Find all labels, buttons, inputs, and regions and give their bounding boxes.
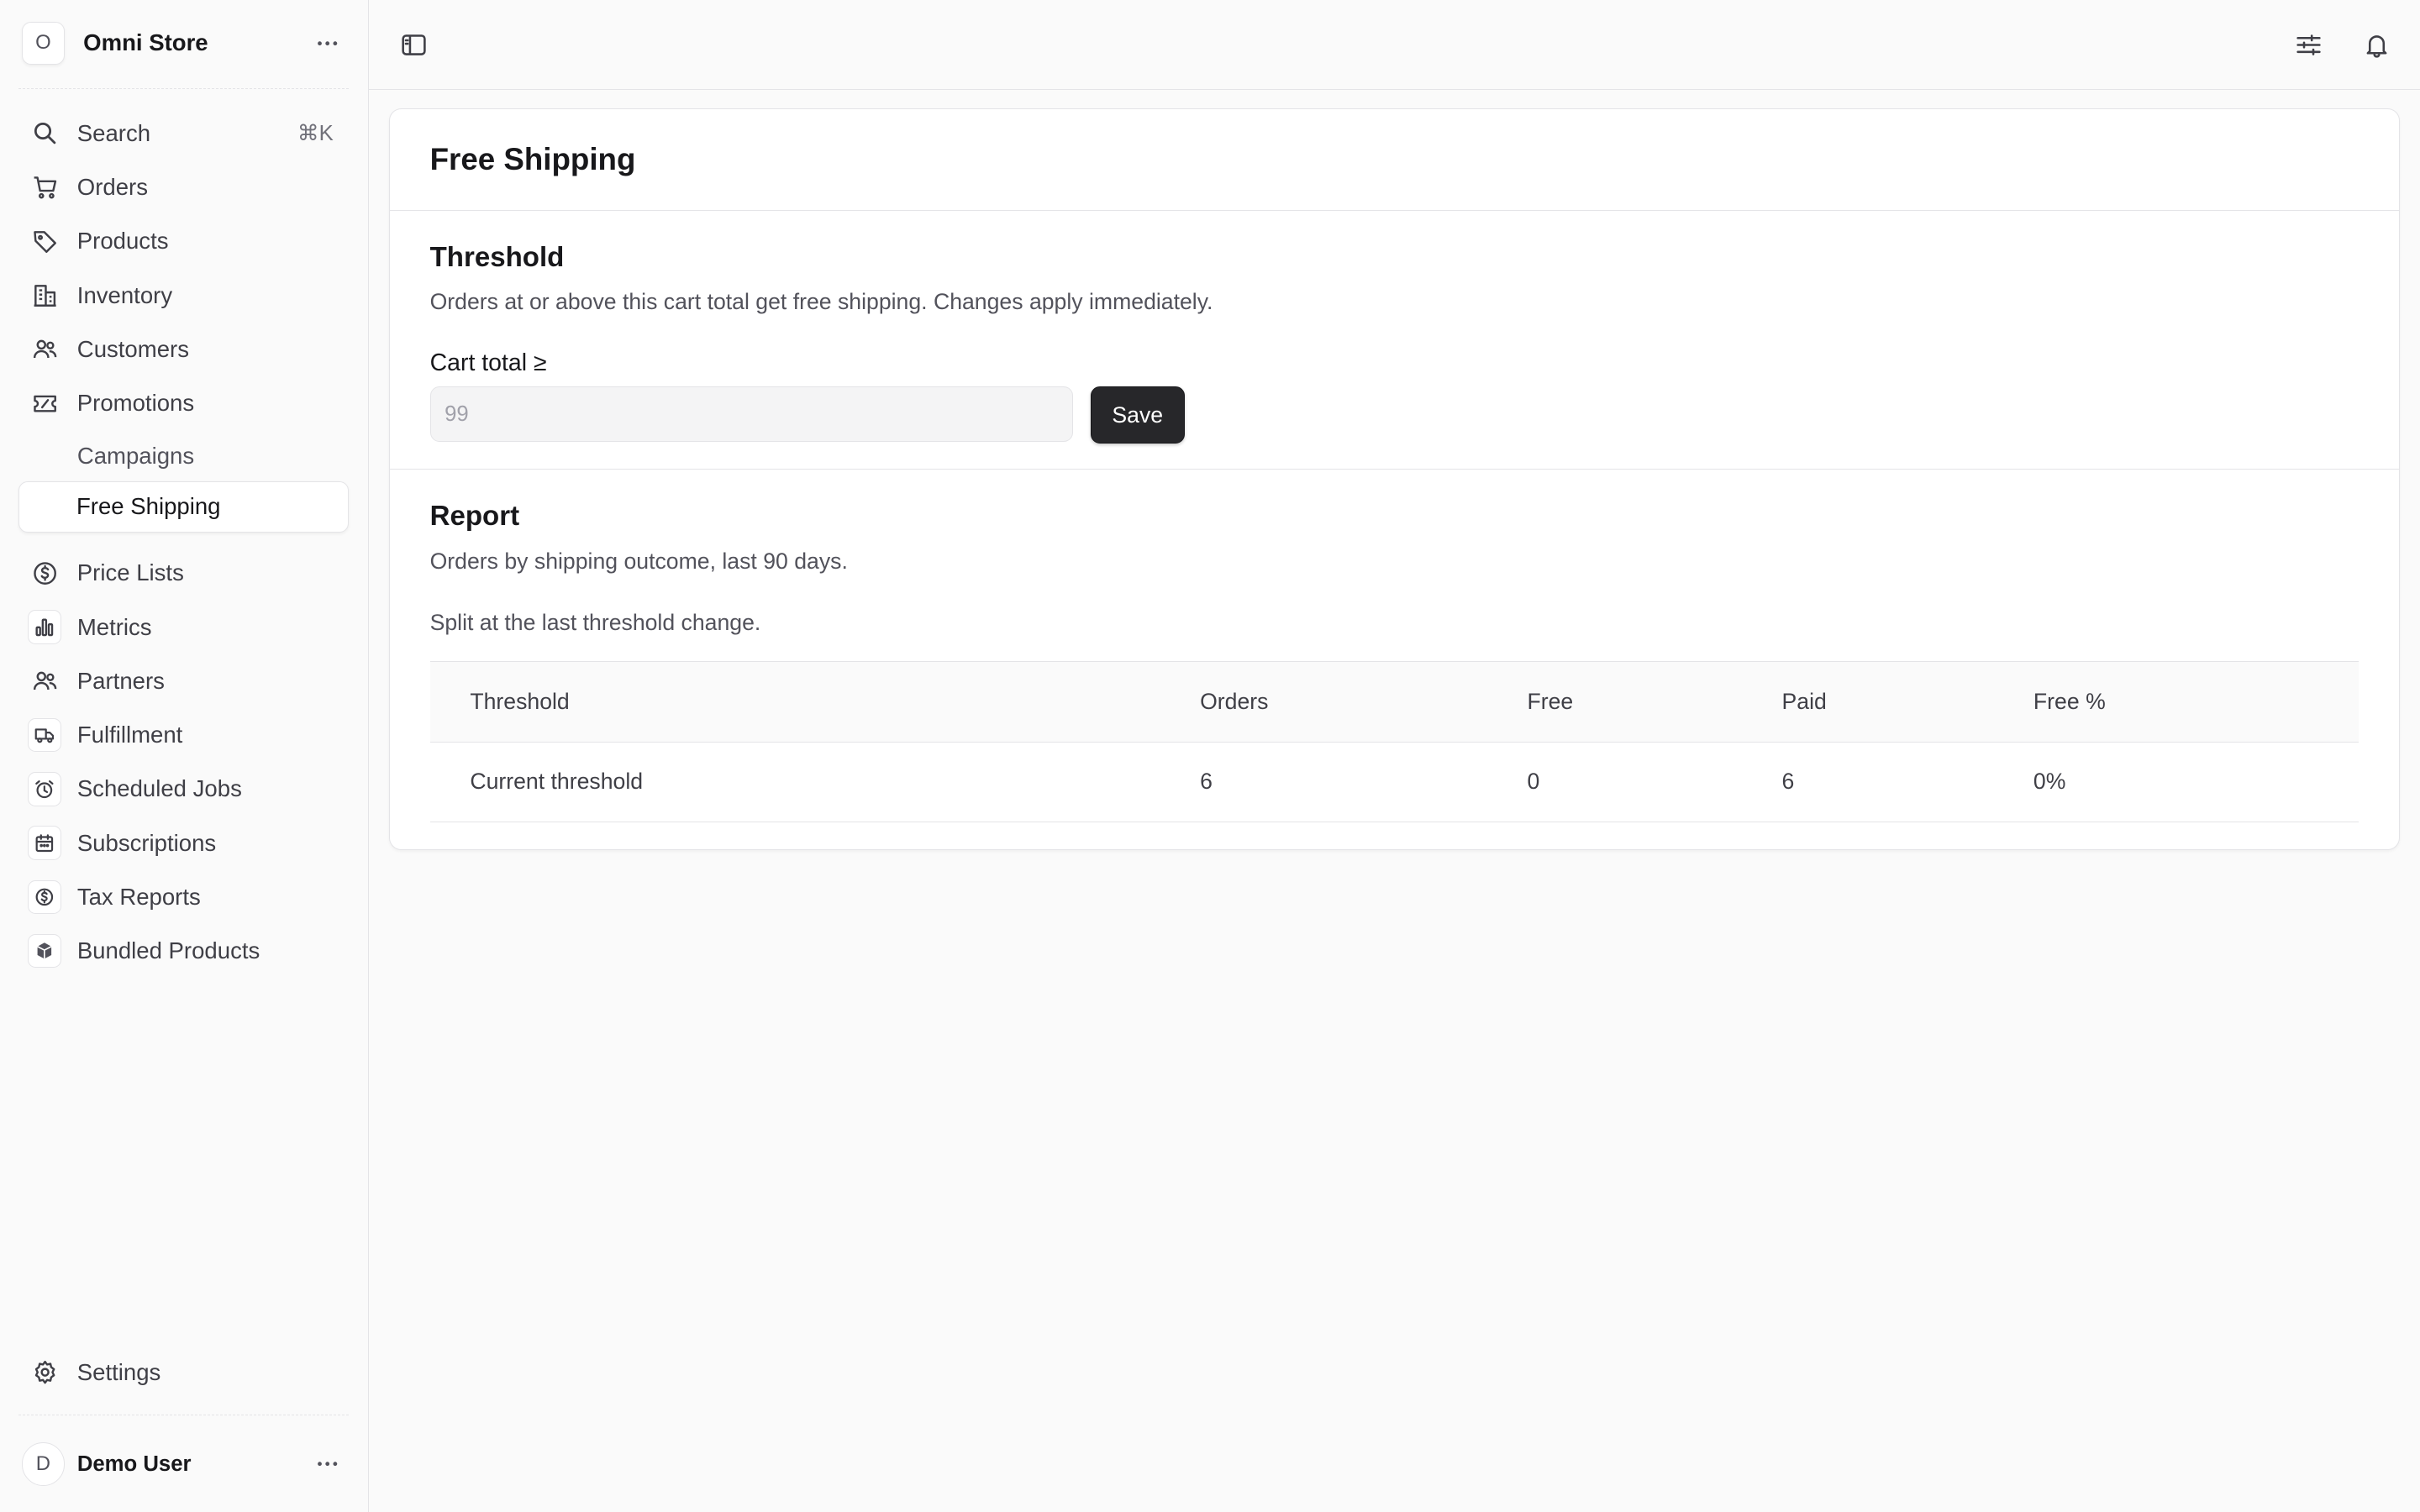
table-row: Current threshold 6 0 6 0%	[429, 743, 2360, 823]
save-button[interactable]: Save	[1090, 386, 1185, 444]
page-title: Free Shipping	[429, 141, 636, 176]
search-label: Search	[76, 119, 151, 146]
ticket-icon	[31, 390, 59, 417]
sidebar-item-orders[interactable]: Orders	[18, 160, 349, 214]
threshold-title: Threshold	[429, 241, 565, 273]
sidebar-item-price-lists[interactable]: Price Lists	[18, 546, 349, 600]
sidebar-item-label: Tax Reports	[76, 883, 201, 910]
sidebar-item-inventory[interactable]: Inventory	[18, 269, 349, 323]
divider	[18, 87, 350, 89]
column-header: Orders	[1200, 688, 1269, 714]
sidebar-item-label: Metrics	[76, 613, 152, 640]
sidebar-item-label: Promotions	[76, 390, 195, 417]
sidebar-item-partners[interactable]: Partners	[18, 654, 349, 708]
sidebar-item-products[interactable]: Products	[18, 214, 349, 268]
users-icon	[31, 667, 59, 695]
store-name: Omni Store	[83, 29, 208, 56]
sidebar-item-promotions[interactable]: Promotions	[18, 376, 349, 430]
cart-total-label: Cart total ≥	[429, 349, 547, 377]
user-menu[interactable]: D Demo User	[21, 1442, 349, 1486]
sidebar-item-label: Customers	[76, 335, 189, 362]
sidebar-item-fulfillment[interactable]: Fulfillment	[18, 708, 349, 762]
sidebar-item-label: Price Lists	[76, 559, 184, 586]
sidebar-item-label: Inventory	[76, 281, 173, 308]
report-table: Threshold Orders Free Paid Free % Curren…	[429, 661, 2360, 823]
sidebar-item-label: Scheduled Jobs	[76, 775, 242, 802]
dollar-circle-icon	[31, 559, 59, 587]
report-section: Report Orders by shipping outcome, last …	[390, 470, 2399, 849]
avatar: D	[21, 1442, 66, 1486]
store-menu-icon[interactable]	[312, 28, 343, 59]
topbar	[368, 0, 2420, 90]
bell-icon[interactable]	[2355, 24, 2398, 66]
alarm-clock-icon	[28, 772, 62, 806]
sidebar-item-subscriptions[interactable]: Subscriptions	[18, 816, 349, 870]
main-content: Free Shipping Threshold Orders at or abo…	[368, 0, 2420, 1512]
sidebar-item-bundled-products[interactable]: Bundled Products	[18, 924, 349, 978]
table-cell: 6	[1781, 769, 1795, 795]
free-shipping-card: Free Shipping Threshold Orders at or abo…	[388, 108, 2401, 850]
sidebar-toggle-icon[interactable]	[392, 24, 435, 66]
sidebar-item-label: Subscriptions	[76, 829, 217, 856]
sidebar-item-label: Orders	[76, 174, 148, 201]
column-header: Threshold	[470, 688, 570, 714]
tag-icon	[31, 228, 59, 255]
settings-area: Settings	[18, 1346, 349, 1399]
search-icon	[31, 119, 59, 147]
sidebar-subitem-free-shipping[interactable]: Free Shipping	[18, 481, 350, 533]
sidebar-item-label: Products	[76, 228, 169, 255]
calendar-icon	[28, 826, 62, 860]
sidebar-item-customers[interactable]: Customers	[18, 323, 349, 376]
sidebar-item-settings[interactable]: Settings	[18, 1346, 349, 1399]
users-icon	[31, 335, 59, 363]
report-title: Report	[429, 501, 520, 533]
search-shortcut: ⌘K	[297, 121, 334, 145]
bar-chart-icon	[28, 610, 62, 644]
report-description: Orders by shipping outcome, last 90 days…	[429, 549, 848, 574]
cart-total-input[interactable]: 99	[429, 386, 1074, 443]
table-header: Threshold Orders Free Paid Free %	[429, 662, 2360, 743]
table-cell: 0	[1527, 769, 1540, 795]
gear-icon	[31, 1358, 59, 1386]
dollar-circle-icon	[28, 879, 62, 915]
sidebar-item-tax-reports[interactable]: Tax Reports	[18, 870, 349, 924]
sidebar-item-metrics[interactable]: Metrics	[18, 600, 349, 654]
building-icon	[31, 281, 59, 309]
card-header: Free Shipping	[389, 109, 2400, 211]
sidebar-item-label: Bundled Products	[76, 937, 260, 964]
threshold-description: Orders at or above this cart total get f…	[429, 289, 1213, 315]
user-menu-icon[interactable]	[312, 1449, 343, 1480]
cube-icon	[28, 934, 62, 969]
sidebar-subitem-campaigns[interactable]: Campaigns	[18, 430, 349, 481]
sliders-icon[interactable]	[2287, 24, 2330, 66]
sidebar: O Omni Store Search ⌘K Orders Products I…	[0, 0, 369, 1512]
table-cell: 0%	[2033, 769, 2066, 795]
sidebar-item-label: Partners	[76, 667, 165, 694]
store-avatar: O	[21, 21, 66, 66]
store-switcher[interactable]: O Omni Store	[21, 21, 349, 66]
column-header: Free %	[2033, 688, 2106, 714]
search-item[interactable]: Search ⌘K	[18, 107, 349, 160]
threshold-section: Threshold Orders at or above this cart t…	[389, 211, 2400, 470]
sidebar-item-label: Settings	[76, 1358, 161, 1385]
report-note: Split at the last threshold change.	[429, 610, 761, 636]
table-cell: 6	[1200, 769, 1213, 795]
column-header: Paid	[1781, 688, 1827, 714]
user-name: Demo User	[76, 1452, 192, 1476]
sidebar-item-scheduled-jobs[interactable]: Scheduled Jobs	[18, 762, 349, 816]
sidebar-item-label: Fulfillment	[76, 722, 183, 748]
main-nav: Search ⌘K Orders Products Inventory Cust…	[18, 107, 350, 979]
column-header: Free	[1527, 688, 1574, 714]
truck-icon	[28, 717, 62, 753]
cart-icon	[31, 174, 59, 202]
table-cell: Current threshold	[470, 769, 644, 795]
